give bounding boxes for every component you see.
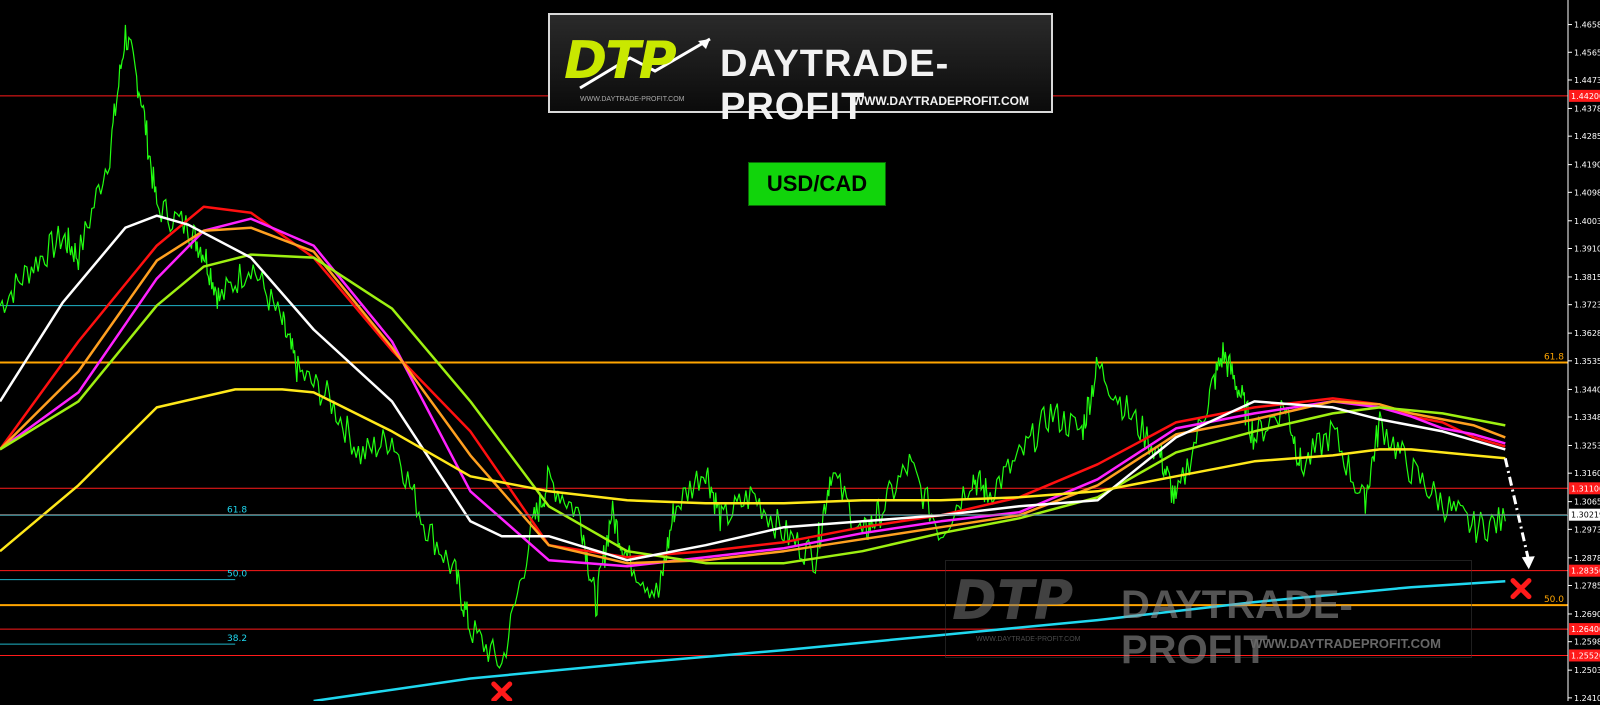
y-tick-label-23: 1.25030 (1574, 666, 1600, 675)
fib-label-1: 61.8 (227, 505, 247, 515)
level-fib-label-4: 50.0 (1544, 595, 1564, 605)
y-tick-label-11: 1.36280 (1574, 329, 1600, 338)
watermark-url-small: WWW.DAYTRADE-PROFIT.COM (976, 636, 1081, 643)
level-price-label-3: 1.28350 (1571, 567, 1600, 576)
level-price-label-2: 1.31100 (1571, 484, 1600, 493)
y-tick-label-7: 1.40030 (1574, 217, 1600, 226)
y-tick-label-19: 1.28780 (1574, 554, 1600, 563)
y-tick-label-13: 1.34400 (1574, 385, 1600, 394)
y-tick-label-8: 1.39105 (1574, 244, 1600, 253)
y-tick-label-12: 1.35355 (1574, 357, 1600, 366)
y-tick-label-16: 1.31605 (1574, 469, 1600, 478)
logo-dtp: DTP (564, 31, 677, 91)
pair-badge: USD/CAD (748, 162, 886, 206)
fib-label-2: 50.0 (227, 570, 247, 580)
logo-url-small: WWW.DAYTRADE-PROFIT.COM (580, 96, 685, 103)
watermark-name: DAYTRADE-PROFIT (1121, 583, 1353, 672)
y-tick-label-21: 1.26905 (1574, 610, 1600, 619)
y-tick-label-1: 1.45655 (1574, 48, 1600, 57)
y-tick-label-22: 1.25980 (1574, 638, 1600, 647)
current-price-label: 1.30219 (1571, 511, 1600, 520)
y-tick-label-15: 1.32530 (1574, 441, 1600, 450)
y-tick-label-20: 1.27855 (1574, 582, 1600, 591)
y-tick-label-6: 1.40980 (1574, 188, 1600, 197)
watermark-dtp: DTP (952, 569, 1074, 632)
y-tick-label-10: 1.37230 (1574, 301, 1600, 310)
fib-label-3: 38.2 (227, 634, 247, 644)
logo-url: WWW.DAYTRADEPROFIT.COM (852, 94, 1029, 108)
y-tick-label-0: 1.46580 (1574, 21, 1600, 30)
logo-name: DAYTRADE-PROFIT (720, 43, 950, 128)
y-tick-label-14: 1.33480 (1574, 413, 1600, 422)
y-tick-label-17: 1.30655 (1574, 498, 1600, 507)
level-price-label-0: 1.44200 (1571, 92, 1600, 101)
level-price-label-5: 1.26400 (1571, 625, 1600, 634)
y-tick-label-5: 1.41905 (1574, 161, 1600, 170)
y-tick-label-4: 1.42855 (1574, 132, 1600, 141)
level-fib-label-1: 61.8 (1544, 352, 1564, 362)
watermark-url: WWW.DAYTRADEPROFIT.COM (1250, 636, 1441, 651)
y-tick-label-9: 1.38155 (1574, 273, 1600, 282)
y-tick-label-3: 1.43780 (1574, 104, 1600, 113)
y-tick-label-18: 1.29730 (1574, 525, 1600, 534)
watermark-logo: DTP DAYTRADE-PROFIT WWW.DAYTRADE-PROFIT.… (945, 560, 1472, 672)
brand-logo: DTP DAYTRADE-PROFIT WWW.DAYTRADE-PROFIT.… (548, 13, 1053, 128)
y-tick-label-2: 1.44730 (1574, 76, 1600, 85)
level-price-label-6: 1.25520 (1571, 651, 1600, 660)
y-tick-label-24: 1.24105 (1574, 694, 1600, 701)
